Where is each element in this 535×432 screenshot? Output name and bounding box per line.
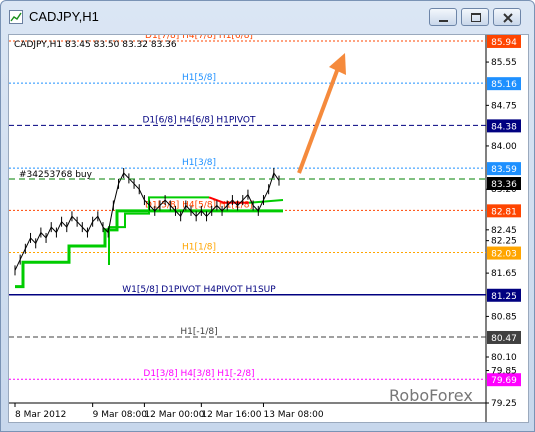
y-tick-label: 85.55 bbox=[491, 58, 517, 68]
y-tick-label: 79.25 bbox=[491, 399, 517, 409]
level-price: 79.69 bbox=[491, 376, 517, 386]
level-label: H1[3/8] bbox=[182, 158, 216, 168]
level-price: 82.81 bbox=[491, 207, 517, 217]
support-line bbox=[15, 209, 283, 289]
chart-area[interactable]: D1[7/8] H4[7/8] H1[6/8] 85.94 H1[5/8] 85.16… bbox=[8, 31, 529, 423]
y-tick-label: 82.45 bbox=[491, 226, 517, 236]
level-label: H1[5/8] bbox=[182, 73, 216, 83]
level-price: 81.25 bbox=[491, 292, 517, 302]
level-price: 85.16 bbox=[491, 80, 517, 90]
y-tick-label: 82.25 bbox=[491, 237, 517, 247]
x-axis-ticks: 8 Mar 2012 9 Mar 08:0012 Mar 00:0012 Mar … bbox=[14, 403, 324, 420]
level-price: 82.03 bbox=[491, 250, 517, 260]
title-bar[interactable]: CADJPY,H1 bbox=[1, 1, 534, 33]
close-icon bbox=[503, 13, 513, 23]
y-tick-label: 80.85 bbox=[491, 312, 517, 322]
chart-icon bbox=[9, 10, 23, 24]
minimize-icon bbox=[439, 20, 448, 22]
price-line bbox=[14, 171, 280, 271]
current-price-box: 83.36 bbox=[487, 177, 521, 190]
level-price: 80.47 bbox=[491, 334, 517, 344]
order-label: #34253768 buy bbox=[19, 170, 93, 180]
minimize-button[interactable] bbox=[429, 8, 457, 26]
close-button[interactable] bbox=[493, 8, 521, 26]
level-label: H1[-1/8] bbox=[180, 327, 217, 337]
y-tick-label: 84.00 bbox=[491, 142, 517, 152]
level-price: 83.59 bbox=[491, 165, 517, 175]
level-label: D1[3/8] H4[3/8] H1[-2/8] bbox=[143, 369, 254, 379]
ohlc-line: CADJPY,H1 83.45 83.50 83.32 83.36 bbox=[14, 40, 177, 50]
chart-window: CADJPY,H1 D1[7/8] H4[7/8] H1[6/8] 85.94 H1… bbox=[0, 0, 535, 432]
x-tick-label: 12 Mar 00:00 bbox=[144, 410, 204, 420]
level-price: 84.38 bbox=[491, 122, 517, 132]
x-tick-label: 8 Mar 2012 bbox=[15, 410, 66, 420]
x-tick-label: 13 Mar 08:00 bbox=[263, 410, 323, 420]
y-tick-label: 80.10 bbox=[491, 353, 517, 363]
watermark: RoboForex bbox=[389, 386, 473, 405]
maximize-icon bbox=[471, 13, 481, 22]
y-tick-label: 81.65 bbox=[491, 269, 517, 279]
price-series bbox=[14, 168, 280, 276]
x-tick-label: 12 Mar 16:00 bbox=[201, 410, 261, 420]
maximize-button[interactable] bbox=[461, 8, 489, 26]
y-tick-label: 84.75 bbox=[491, 101, 517, 111]
price-chart[interactable]: D1[7/8] H4[7/8] H1[6/8]85.94H1[5/8]85.16… bbox=[9, 31, 528, 422]
window-title: CADJPY,H1 bbox=[29, 9, 99, 24]
support-line-3 bbox=[248, 199, 284, 204]
orange-arrow bbox=[297, 53, 346, 174]
support-lines bbox=[15, 196, 284, 289]
current-price: 83.36 bbox=[491, 180, 517, 190]
y-axis-ticks: 85.5584.7584.0083.2082.4582.2581.6580.85… bbox=[486, 58, 517, 409]
level-price: 85.94 bbox=[491, 38, 517, 48]
x-tick-label: 9 Mar 08:00 bbox=[93, 410, 148, 420]
level-label: W1[5/8] D1PIVOT H4PIVOT H1SUP bbox=[122, 285, 276, 295]
level-label: D1[6/8] H4[6/8] H1PIVOT bbox=[142, 115, 256, 125]
y-tick-label: 79.85 bbox=[491, 367, 517, 377]
level-label: H1[1/8] bbox=[182, 243, 216, 253]
